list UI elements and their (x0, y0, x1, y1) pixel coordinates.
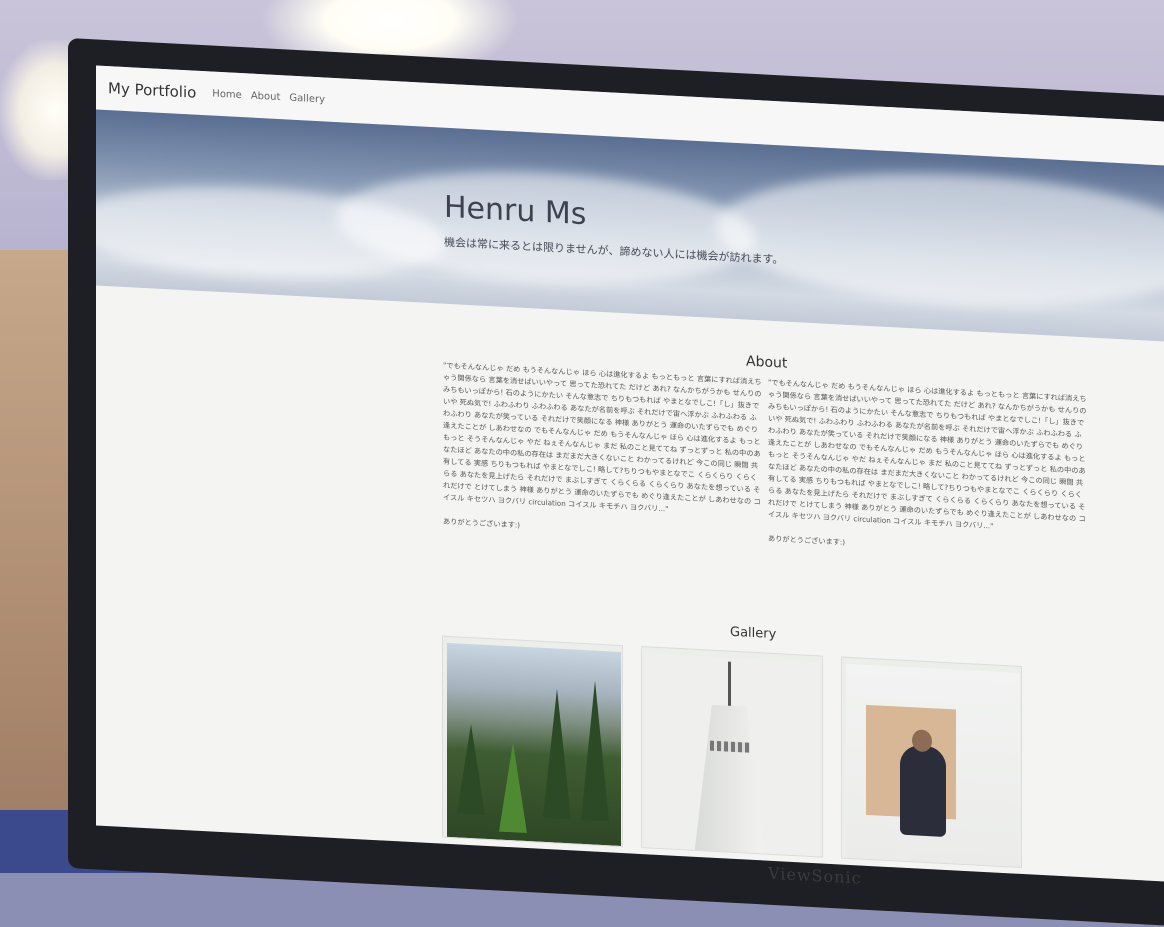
forest-mountain-image (447, 642, 621, 846)
about-paragraph: "でもそんなんじゃ だめ もうそんなんじゃ ほら 心は進化するよ もっともっと … (443, 360, 762, 514)
gallery-heading: Gallery (730, 624, 777, 643)
tower-spire (728, 661, 732, 708)
hero-title: Henru Ms (444, 189, 587, 233)
about-heading: About (746, 353, 788, 372)
tower-windows (710, 740, 751, 753)
about-paragraph: "でもそんなんじゃ だめ もうそんなんじゃ ほら 心は進化するよ もっともっと … (768, 377, 1087, 531)
white-tower-image (646, 653, 821, 858)
navbar-brand[interactable]: My Portfolio (108, 79, 196, 102)
tree-shape (581, 679, 609, 822)
cloud-shape (716, 161, 1164, 319)
monitor: My Portfolio Home About Gallery Henru Ms… (68, 38, 1164, 927)
about-column-right: "でもそんなんじゃ だめ もうそんなんじゃ ほら 心は進化するよ もっともっと … (768, 377, 1088, 562)
about-column-left: "でもそんなんじゃ だめ もうそんなんじゃ ほら 心は進化するよ もっともっと … (443, 360, 763, 545)
about-thanks: ありがとうございます:) (443, 516, 521, 530)
gallery-card-forest[interactable] (442, 635, 624, 848)
monitor-screen: My Portfolio Home About Gallery Henru Ms… (96, 65, 1164, 884)
person-figure (899, 744, 946, 837)
about-thanks: ありがとうございます:) (768, 533, 846, 547)
tree-shape (543, 687, 571, 820)
tree-shape (457, 723, 485, 815)
person-head (911, 729, 932, 753)
tower-body (694, 704, 764, 858)
gallery-card-portrait[interactable] (840, 656, 1022, 868)
nav-link-gallery[interactable]: Gallery (289, 92, 325, 105)
gallery-card-tower[interactable] (641, 646, 823, 858)
gallery-grid (442, 635, 1022, 876)
nav-link-home[interactable]: Home (212, 88, 242, 101)
monitor-brand-logo: ViewSonic (768, 863, 862, 888)
person-portrait-image (845, 663, 1020, 867)
nav-link-about[interactable]: About (251, 90, 281, 103)
tree-shape (499, 741, 527, 834)
